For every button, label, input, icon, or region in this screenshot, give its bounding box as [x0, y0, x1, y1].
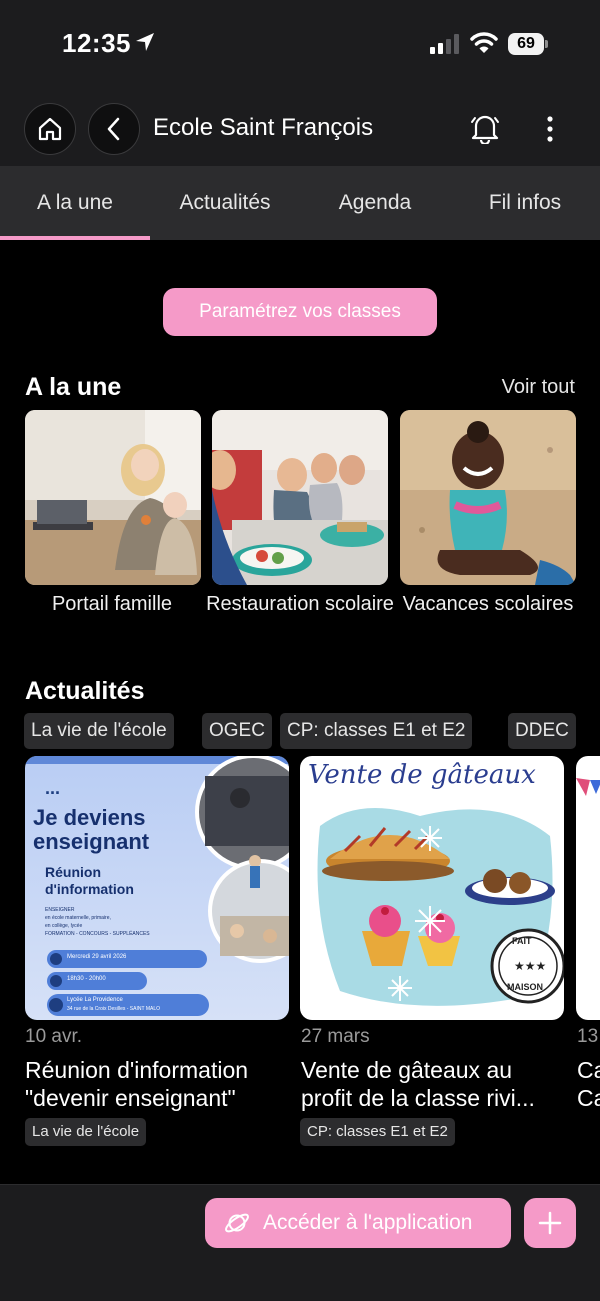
news-image-reunion[interactable]: ... Je deviens enseignant Réunion d'info…: [25, 756, 289, 1020]
more-icon[interactable]: [538, 114, 562, 144]
news-title-line: "devenir enseignant": [25, 1085, 236, 1111]
open-app-label: Accéder à l'application: [263, 1211, 473, 1234]
status-bar: 12:35 69: [0, 0, 600, 90]
see-all-link[interactable]: Voir tout: [470, 376, 575, 399]
poster-line: en école maternelle, primaire,: [45, 915, 111, 921]
portail-famille-image[interactable]: [25, 410, 201, 585]
poster-address: 34 rue de la Croix Desilles - SAINT MALO: [67, 1006, 160, 1012]
poster-hours: 18h30 - 20h00: [67, 976, 106, 982]
news-title-line: Vente de gâteaux au: [301, 1057, 513, 1083]
open-app-button[interactable]: Accéder à l'application: [205, 1198, 511, 1248]
battery-indicator: 69: [508, 33, 548, 55]
stamp-bottom-text: MAISON: [507, 982, 543, 992]
status-time: 12:35: [62, 28, 131, 58]
tab-fil-infos[interactable]: Fil infos: [450, 166, 600, 240]
battery-level: 69: [508, 33, 544, 55]
news-date: 13: [577, 1026, 599, 1047]
bell-icon[interactable]: [470, 112, 500, 144]
tab-actualites[interactable]: Actualités: [150, 166, 300, 240]
news-title[interactable]: Réunion d'information "devenir enseignan…: [25, 1056, 290, 1112]
poster-subtitle: Réunion d'information: [45, 864, 134, 897]
add-button[interactable]: [524, 1198, 576, 1248]
news-title[interactable]: Vente de gâteaux au profit de la classe …: [301, 1056, 566, 1112]
tab-bar: A la une Actualités Agenda Fil infos: [0, 166, 600, 240]
home-button[interactable]: [24, 103, 76, 155]
planet-icon: [225, 1213, 249, 1233]
poster-body-text: ENSEIGNER en école maternelle, primaire,…: [45, 906, 225, 938]
filter-chip-cp[interactable]: CP: classes E1 et E2: [280, 713, 473, 749]
app-header: Ecole Saint François: [0, 90, 600, 166]
tab-agenda[interactable]: Agenda: [300, 166, 450, 240]
card-label-vacances: Vacances scolaires: [402, 593, 574, 615]
location-arrow-icon: [136, 33, 154, 51]
signal-icon: [430, 34, 459, 54]
home-icon: [38, 117, 62, 141]
battery-cap: [545, 40, 548, 48]
configure-classes-button[interactable]: Paramétrez vos classes: [163, 288, 437, 336]
wifi-icon: [470, 32, 498, 53]
poster-headline: Je deviens enseignant: [33, 805, 150, 854]
news-title[interactable]: Ca Ca: [577, 1056, 600, 1112]
news-title-line: profit de la classe rivi...: [301, 1085, 535, 1111]
poster-place: Lycée La Providence: [67, 997, 123, 1003]
news-filter-row: La vie de l'école OGEC CP: classes E1 et…: [24, 713, 600, 751]
back-icon: [107, 117, 120, 141]
filter-chip-vie-ecole[interactable]: La vie de l'école: [24, 713, 174, 749]
news-title-line: Ca: [577, 1057, 600, 1083]
featured-section-title: A la une: [25, 373, 122, 401]
filter-chip-ogec[interactable]: OGEC: [202, 713, 272, 749]
back-button[interactable]: [88, 103, 140, 155]
poster-line: ENSEIGNER: [45, 907, 75, 913]
news-title-line: Ca: [577, 1085, 600, 1111]
card-label-restauration: Restauration scolaire: [206, 593, 394, 615]
tab-a-la-une[interactable]: A la une: [0, 166, 150, 240]
poster-line: FORMATION - CONCOURS - SUPPLÉANCES: [45, 931, 150, 937]
svg-text:★★★: ★★★: [514, 959, 546, 973]
news-image-third[interactable]: [576, 756, 600, 1020]
poster2-headline: Vente de gâteaux: [308, 760, 536, 790]
card-label-portail-famille: Portail famille: [51, 593, 173, 615]
filter-chip-ddec[interactable]: DDEC: [508, 713, 576, 749]
news-section-title: Actualités: [25, 677, 145, 705]
page-title: Ecole Saint François: [153, 114, 374, 141]
active-tab-indicator: [0, 236, 150, 240]
poster-line: en collège, lycée: [45, 923, 83, 929]
news-tag: CP: classes E1 et E2: [300, 1118, 455, 1146]
plus-icon: [538, 1211, 562, 1235]
news-tag: La vie de l'école: [25, 1118, 147, 1146]
news-date: 27 mars: [301, 1026, 370, 1047]
vacances-scolaires-image[interactable]: [400, 410, 576, 585]
news-title-line: Réunion d'information: [25, 1057, 249, 1083]
poster-date: Mercredi 29 avril 2026: [67, 954, 127, 960]
news-date: 10 avr.: [25, 1026, 83, 1047]
stamp-top-text: FAIT: [512, 936, 532, 946]
news-image-gateaux[interactable]: ★★★ Vente de gâteaux FAIT MAISON: [300, 756, 564, 1020]
restauration-scolaire-image[interactable]: [212, 410, 388, 585]
